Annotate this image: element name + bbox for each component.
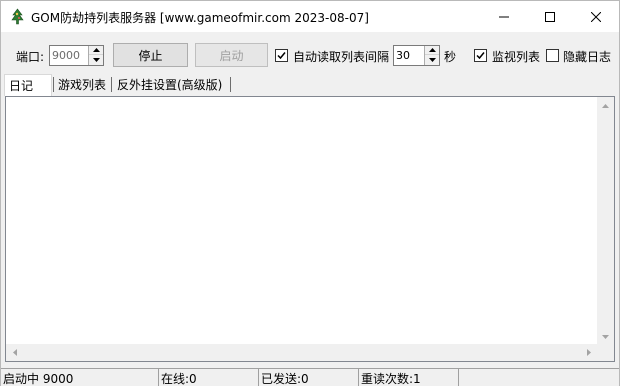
status-bar: 启动中 9000 在线:0 已发送:0 重读次数:1	[1, 367, 619, 386]
horizontal-scrollbar[interactable]	[6, 344, 597, 361]
window-title: GOM防劫持列表服务器 [www.gameofmir.com 2023-08-0…	[31, 11, 369, 25]
arrow-down-icon	[602, 334, 609, 339]
auto-read-checkbox[interactable]	[275, 49, 288, 62]
tab-game-list-label: 游戏列表	[58, 78, 107, 92]
tab-divider	[53, 77, 54, 92]
seconds-label: 秒	[444, 50, 457, 64]
close-icon	[591, 11, 601, 22]
checkmark-icon	[476, 52, 485, 60]
app-tree-icon	[9, 8, 26, 25]
interval-value: 30	[396, 49, 410, 62]
hide-log-label: 隐藏日志	[563, 50, 612, 64]
monitor-list-checkbox[interactable]	[474, 49, 487, 62]
hide-log-checkbox[interactable]	[546, 49, 559, 62]
status-state: 启动中 9000	[1, 368, 158, 386]
maximize-icon	[545, 11, 555, 22]
monitor-list-label: 监视列表	[492, 50, 541, 64]
vertical-scrollbar[interactable]	[597, 97, 614, 345]
checkmark-icon	[277, 52, 286, 60]
start-button[interactable]: 启动	[195, 43, 268, 67]
arrow-up-icon	[602, 103, 609, 108]
spin-down-icon[interactable]	[89, 55, 103, 64]
interval-spin-arrows[interactable]	[424, 46, 439, 65]
arrow-right-icon	[586, 349, 591, 356]
tab-anti-cheat[interactable]: 反外挂设置(高级版)	[116, 74, 222, 94]
log-textarea[interactable]	[5, 96, 615, 362]
status-empty	[458, 368, 619, 386]
scroll-down-arrow[interactable]	[597, 328, 614, 345]
spin-down-icon[interactable]	[425, 55, 439, 64]
main-window: GOM防劫持列表服务器 [www.gameofmir.com 2023-08-0…	[0, 0, 620, 386]
scrollbar-corner	[597, 344, 614, 361]
status-sent: 已发送:0	[258, 368, 358, 386]
status-online: 在线:0	[158, 368, 258, 386]
title-bar[interactable]: GOM防劫持列表服务器 [www.gameofmir.com 2023-08-0…	[1, 1, 619, 32]
scroll-up-arrow[interactable]	[597, 97, 614, 114]
tab-divider	[230, 77, 231, 92]
toolbar: 端口: 9000 停止 启动 自动读取列表间隔 30 秒 监视列表 隐藏日志	[1, 32, 619, 74]
tab-anti-cheat-label: 反外挂设置(高级版)	[117, 78, 223, 92]
spin-up-icon[interactable]	[89, 46, 103, 55]
scroll-left-arrow[interactable]	[6, 344, 23, 361]
interval-spinner[interactable]: 30	[393, 45, 440, 66]
tab-log-label: 日记	[9, 79, 34, 93]
minimize-button[interactable]	[481, 1, 527, 32]
tab-log[interactable]: 日记	[4, 74, 52, 96]
auto-read-label: 自动读取列表间隔	[293, 50, 390, 64]
stop-button[interactable]: 停止	[113, 43, 188, 67]
tab-bar: 日记 游戏列表 反外挂设置(高级版)	[1, 74, 619, 96]
scroll-right-arrow[interactable]	[580, 344, 597, 361]
minimize-icon	[499, 16, 509, 17]
spin-up-icon[interactable]	[425, 46, 439, 55]
port-value: 9000	[52, 49, 80, 62]
tab-divider	[111, 77, 112, 92]
port-spin-arrows[interactable]	[88, 46, 103, 65]
status-reread: 重读次数:1	[358, 368, 458, 386]
maximize-button[interactable]	[527, 1, 573, 32]
tab-game-list[interactable]: 游戏列表	[57, 74, 106, 94]
arrow-left-icon	[12, 349, 17, 356]
port-spinner[interactable]: 9000	[49, 45, 104, 66]
port-label: 端口:	[16, 50, 45, 64]
close-button[interactable]	[573, 1, 619, 32]
